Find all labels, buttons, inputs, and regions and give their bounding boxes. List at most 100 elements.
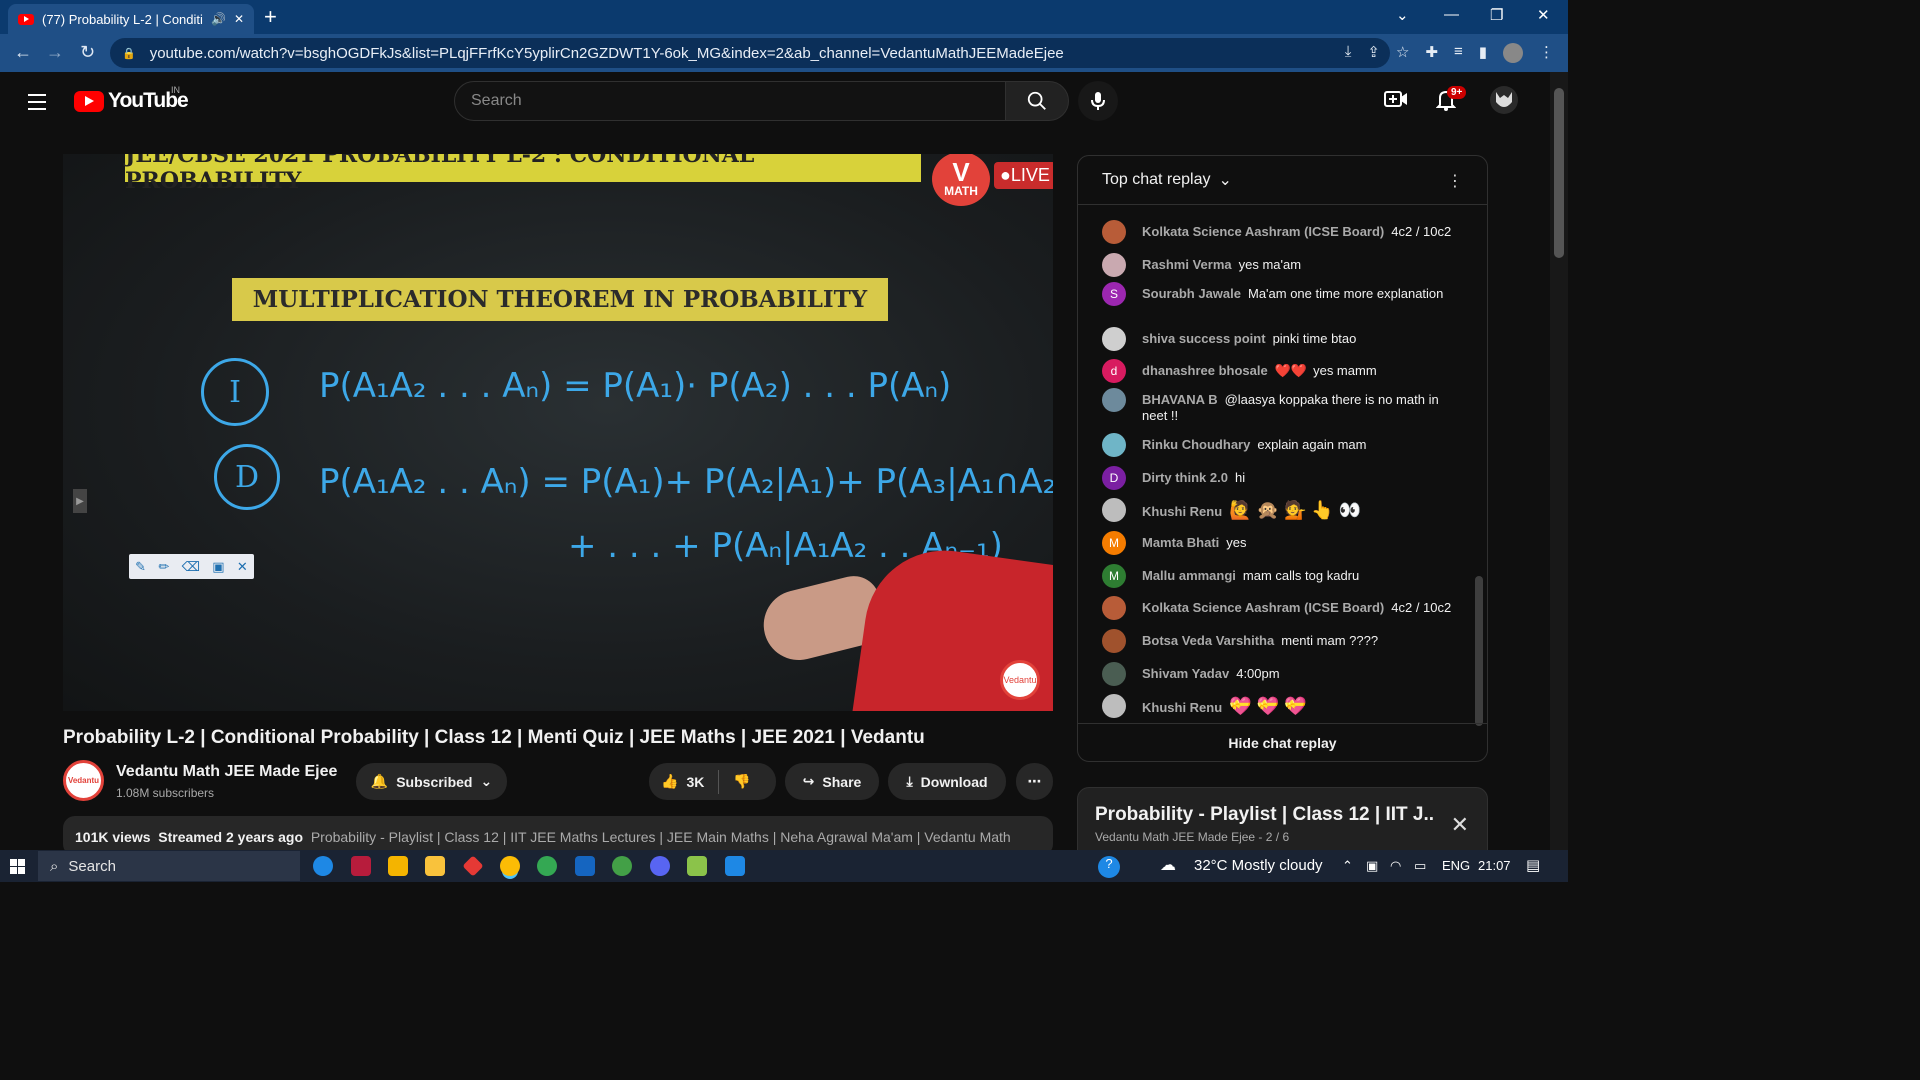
chat-avatar[interactable] — [1102, 498, 1126, 522]
chrome-profile-icon[interactable] — [537, 856, 557, 876]
taskbar-search[interactable]: ⌕ Search — [38, 851, 300, 881]
chat-avatar[interactable]: d — [1102, 359, 1126, 383]
browser-tab-active[interactable]: (77) Probability L-2 | Conditic 🔊 ✕ — [8, 4, 254, 34]
dislike-button[interactable]: 👎 — [733, 773, 750, 790]
profile-avatar[interactable] — [1503, 43, 1523, 63]
close-icon[interactable]: ✕ — [237, 559, 248, 575]
chat-author[interactable]: Khushi Renu — [1142, 700, 1222, 715]
chat-author[interactable]: Mamta Bhati — [1142, 535, 1219, 550]
video-player[interactable]: JEE/CBSE 2021 PROBABILITY L-2 : CONDITIO… — [63, 154, 1053, 711]
chat-author[interactable]: Rinku Choudhary — [1142, 437, 1250, 452]
restore-button[interactable]: ❐ — [1490, 6, 1503, 24]
tab-search-chevron-icon[interactable]: ⌄ — [1396, 6, 1409, 24]
app-stack-icon[interactable] — [687, 856, 707, 876]
chat-avatar[interactable] — [1102, 388, 1126, 412]
hamburger-menu-icon[interactable] — [28, 94, 46, 115]
clock[interactable]: 21:07 — [1478, 858, 1511, 873]
chat-avatar[interactable] — [1102, 327, 1126, 351]
chat-author[interactable]: Kolkata Science Aashram (ICSE Board) — [1142, 600, 1384, 615]
create-video-icon[interactable] — [1384, 89, 1408, 114]
youtube-logo[interactable]: YouTube IN — [74, 85, 189, 113]
chat-avatar[interactable] — [1102, 220, 1126, 244]
chat-author[interactable]: Dirty think 2.0 — [1142, 470, 1228, 485]
language-indicator[interactable]: ENG — [1442, 858, 1470, 873]
battery-icon[interactable]: ▭ — [1414, 858, 1426, 874]
extensions-puzzle-icon[interactable]: ✚ — [1425, 43, 1438, 63]
chat-scrollbar[interactable] — [1475, 576, 1483, 726]
chat-avatar[interactable]: M — [1102, 531, 1126, 555]
chat-author[interactable]: BHAVANA B — [1142, 392, 1218, 407]
bookmark-star-icon[interactable]: ☆ — [1396, 43, 1409, 63]
chrome-icon[interactable] — [500, 856, 520, 876]
xbox-icon[interactable] — [612, 856, 632, 876]
chat-author[interactable]: Botsa Veda Varshitha — [1142, 633, 1274, 648]
wifi-icon[interactable]: ◠ — [1390, 858, 1401, 874]
chat-author[interactable]: Mallu ammangi — [1142, 568, 1236, 583]
channel-avatar[interactable]: Vedantu — [63, 760, 104, 801]
player-side-arrow-icon[interactable]: ▶ — [73, 489, 87, 513]
share-button[interactable]: ↪ Share — [785, 763, 879, 800]
account-avatar[interactable] — [1490, 86, 1518, 119]
highlighter-icon[interactable]: ✏ — [158, 559, 169, 575]
channel-name[interactable]: Vedantu Math JEE Made Ejee — [116, 763, 337, 781]
hide-chat-replay-button[interactable]: Hide chat replay — [1078, 723, 1487, 761]
address-bar[interactable]: 🔒 youtube.com/watch?v=bsghOGDFkJs&list=P… — [110, 38, 1390, 68]
playlist-title[interactable]: Probability - Playlist | Class 12 | IIT … — [1095, 804, 1435, 826]
search-input[interactable]: Search — [454, 81, 1006, 121]
app-icon[interactable] — [351, 856, 371, 876]
subscribed-button[interactable]: 🔔 Subscribed ⌄ — [356, 763, 507, 800]
reload-icon[interactable]: ↻ — [80, 42, 95, 63]
like-button[interactable]: 👍 — [661, 773, 678, 790]
chat-avatar[interactable] — [1102, 694, 1126, 718]
windows-start-icon[interactable] — [10, 859, 25, 874]
more-actions-button[interactable]: ⋯ — [1016, 763, 1053, 800]
share-page-icon[interactable]: ⇪ — [1367, 43, 1380, 63]
tray-chevron-icon[interactable]: ⌃ — [1342, 858, 1353, 874]
chat-author[interactable]: Sourabh Jawale — [1142, 286, 1241, 301]
file-explorer-icon[interactable] — [425, 856, 445, 876]
chat-author[interactable]: dhanashree bhosale — [1142, 363, 1268, 378]
lock-icon[interactable]: 🔒 — [122, 47, 136, 60]
forward-arrow-icon[interactable]: → — [46, 42, 64, 63]
chat-author[interactable]: shiva success point — [1142, 331, 1266, 346]
chat-author[interactable]: Rashmi Verma — [1142, 257, 1232, 272]
browser-menu-icon[interactable]: ⋮ — [1539, 43, 1554, 63]
chat-avatar[interactable]: S — [1102, 282, 1126, 306]
chat-header[interactable]: Top chat replay ⌄ ⋮ — [1078, 156, 1487, 205]
voice-search-button[interactable] — [1078, 81, 1118, 121]
vscode-icon[interactable] — [725, 856, 745, 876]
minimize-button[interactable]: — — [1444, 6, 1459, 23]
notification-center-icon[interactable]: ▤ — [1526, 856, 1540, 874]
search-button[interactable] — [1005, 81, 1069, 121]
chat-avatar[interactable]: M — [1102, 564, 1126, 588]
chat-author[interactable]: Khushi Renu — [1142, 504, 1222, 519]
chat-author[interactable]: Kolkata Science Aashram (ICSE Board) — [1142, 224, 1384, 239]
chat-avatar[interactable] — [1102, 596, 1126, 620]
save-icon[interactable]: ▣ — [212, 559, 224, 575]
install-app-icon[interactable]: ⤓ — [1345, 43, 1352, 63]
edge-icon[interactable] — [313, 856, 333, 876]
chat-author[interactable]: Shivam Yadav — [1142, 666, 1229, 681]
close-icon[interactable]: ✕ — [1451, 812, 1469, 838]
chat-avatar[interactable] — [1102, 433, 1126, 457]
chat-avatar[interactable]: D — [1102, 466, 1126, 490]
page-scrollbar[interactable] — [1550, 72, 1568, 850]
back-arrow-icon[interactable]: ← — [14, 42, 32, 63]
network-status-icon[interactable]: ▣ — [1366, 858, 1378, 874]
chat-avatar[interactable] — [1102, 253, 1126, 277]
chat-menu-icon[interactable]: ⋮ — [1447, 171, 1463, 191]
side-panel-icon[interactable]: ▮ — [1479, 43, 1487, 63]
chat-avatar[interactable] — [1102, 662, 1126, 686]
app-blue-icon[interactable] — [575, 856, 595, 876]
new-tab-button[interactable]: + — [264, 5, 277, 29]
store-icon[interactable] — [388, 856, 408, 876]
weather-text[interactable]: 32°C Mostly cloudy — [1194, 857, 1323, 874]
download-button[interactable]: ⤓ Download — [888, 763, 1006, 800]
app-diamond-icon[interactable] — [462, 855, 484, 877]
audio-playing-icon[interactable]: 🔊 — [211, 12, 226, 26]
chat-avatar[interactable] — [1102, 629, 1126, 653]
pen-icon[interactable]: ✎ — [135, 559, 146, 575]
eraser-icon[interactable]: ⌫ — [182, 559, 200, 575]
discord-icon[interactable] — [650, 856, 670, 876]
scrollbar-thumb[interactable] — [1554, 88, 1564, 258]
